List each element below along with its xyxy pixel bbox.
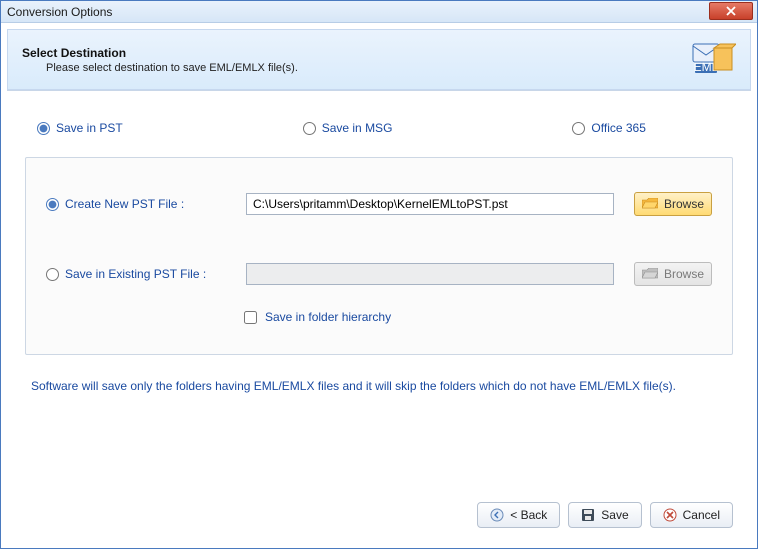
radio-input[interactable] — [46, 268, 59, 281]
back-icon — [490, 508, 504, 522]
cancel-icon — [663, 508, 677, 522]
header-title: Select Destination — [22, 46, 298, 60]
save-pst-label: Save in PST — [56, 121, 123, 135]
save-o365-label: Office 365 — [591, 121, 645, 135]
browse-label: Browse — [664, 267, 704, 281]
save-o365-radio[interactable]: Office 365 — [572, 121, 645, 135]
info-note: Software will save only the folders havi… — [31, 379, 733, 393]
dialog-window: Conversion Options Select Destination Pl… — [0, 0, 758, 549]
existing-pst-path-input — [246, 263, 614, 285]
back-label: < Back — [510, 508, 547, 522]
existing-pst-label: Save in Existing PST File : — [65, 267, 206, 281]
eml-icon: EML — [692, 40, 736, 79]
hierarchy-label: Save in folder hierarchy — [265, 310, 391, 324]
create-pst-radio[interactable]: Create New PST File : — [46, 197, 246, 211]
browse-existing-button: Browse — [634, 262, 712, 286]
save-pst-radio[interactable]: Save in PST — [37, 121, 123, 135]
dialog-body: Save in PST Save in MSG Office 365 Creat… — [7, 97, 751, 542]
save-label: Save — [601, 508, 628, 522]
save-mode-group: Save in PST Save in MSG Office 365 — [37, 121, 733, 135]
save-button[interactable]: Save — [568, 502, 641, 528]
close-button[interactable] — [709, 2, 753, 20]
folder-icon — [642, 198, 658, 210]
save-msg-label: Save in MSG — [322, 121, 393, 135]
pst-options-group: Create New PST File : Browse Save in Exi… — [25, 157, 733, 355]
create-pst-label: Create New PST File : — [65, 197, 184, 211]
radio-input[interactable] — [46, 198, 59, 211]
radio-input[interactable] — [572, 122, 585, 135]
titlebar: Conversion Options — [1, 1, 757, 23]
folder-icon — [642, 268, 658, 280]
save-msg-radio[interactable]: Save in MSG — [303, 121, 393, 135]
existing-pst-radio[interactable]: Save in Existing PST File : — [46, 267, 246, 281]
divider — [7, 90, 751, 91]
browse-label: Browse — [664, 197, 704, 211]
header-text: Select Destination Please select destina… — [22, 46, 298, 74]
create-pst-path-input[interactable] — [246, 193, 614, 215]
header-panel: Select Destination Please select destina… — [7, 29, 751, 90]
hierarchy-checkbox[interactable]: Save in folder hierarchy — [244, 310, 712, 324]
save-icon — [581, 508, 595, 522]
cancel-button[interactable]: Cancel — [650, 502, 733, 528]
footer: < Back Save Cancel — [25, 494, 733, 532]
radio-input[interactable] — [303, 122, 316, 135]
close-icon — [726, 6, 736, 16]
header-subtitle: Please select destination to save EML/EM… — [22, 62, 298, 74]
checkbox-input[interactable] — [244, 311, 257, 324]
browse-create-button[interactable]: Browse — [634, 192, 712, 216]
radio-input[interactable] — [37, 122, 50, 135]
cancel-label: Cancel — [683, 508, 720, 522]
window-title: Conversion Options — [7, 5, 112, 19]
create-pst-row: Create New PST File : Browse — [46, 192, 712, 216]
existing-pst-row: Save in Existing PST File : Browse — [46, 262, 712, 286]
back-button[interactable]: < Back — [477, 502, 560, 528]
